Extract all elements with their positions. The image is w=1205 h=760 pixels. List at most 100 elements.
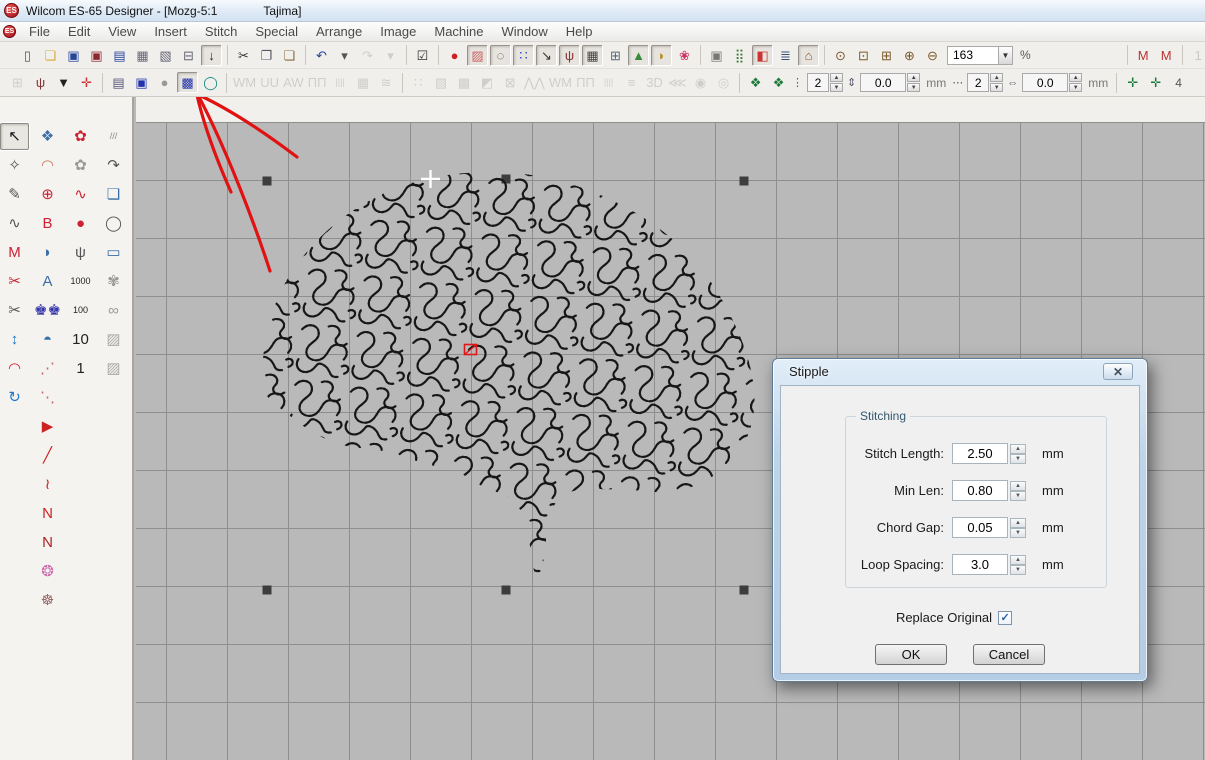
connectors-icon[interactable]: ▼ — [53, 72, 74, 93]
selection-handle[interactable] — [263, 586, 272, 595]
ok-button[interactable]: OK — [875, 644, 947, 665]
stitch-list-icon[interactable]: M — [1133, 45, 1154, 66]
spin-down-icon[interactable]: ▼ — [1010, 454, 1026, 464]
manual-stitch-tool[interactable]: ╱ — [33, 442, 62, 469]
polygon-select-tool[interactable]: ✧ — [0, 152, 29, 179]
open-design-icon[interactable]: ❏ — [40, 45, 61, 66]
e-stitch-icon[interactable]: UU — [259, 72, 280, 93]
envelope-nodes-tool[interactable]: ◓ — [33, 326, 62, 353]
fabric-texture-1[interactable]: ▨ — [99, 326, 128, 353]
print-icon[interactable]: ▦ — [132, 45, 153, 66]
manual-run-tool[interactable]: N — [33, 500, 62, 527]
show-grid-icon[interactable]: ▦ — [582, 45, 603, 66]
run-stitch-tool[interactable]: ∿ — [0, 210, 29, 237]
stipple-fill-icon[interactable]: ▩ — [177, 72, 198, 93]
motif-fill-icon[interactable]: ∷ — [408, 72, 429, 93]
auto-select-icon[interactable]: ☑ — [412, 45, 433, 66]
show-bitmap-backdrop-icon[interactable]: ▲ — [628, 45, 649, 66]
manual-satin-tool[interactable]: N — [33, 529, 62, 556]
stitch-list-view-icon[interactable]: ▤ — [108, 72, 129, 93]
stipple-run-border-icon[interactable]: ◯ — [200, 72, 221, 93]
show-vector-backdrop-icon[interactable]: ◗ — [651, 45, 672, 66]
ellipse-tool[interactable]: ◯ — [99, 210, 128, 237]
show-penetrations-icon[interactable]: ψ — [559, 45, 580, 66]
dialog-close-button[interactable]: ✕ — [1103, 363, 1133, 380]
zoom-100-tool[interactable]: 100 — [66, 297, 95, 324]
rotate-orientation-tool[interactable]: ↻ — [0, 384, 29, 411]
add-node-icon[interactable]: ✛ — [76, 72, 97, 93]
select-tool[interactable]: ↖ — [0, 123, 29, 150]
spin-down-icon[interactable]: ▼ — [1010, 491, 1026, 501]
sculpture-run-icon[interactable]: WM — [548, 72, 573, 93]
rows-down-icon[interactable]: ▼ — [830, 83, 843, 92]
spin-up-icon[interactable]: ▲ — [1010, 555, 1026, 565]
stitch-player-icon[interactable]: ↓ — [201, 45, 222, 66]
rectangle-tool[interactable]: ▭ — [99, 239, 128, 266]
lettering-tool[interactable]: A — [33, 268, 62, 295]
spin-down-icon[interactable]: ▼ — [1010, 528, 1026, 538]
zoom-box-icon[interactable]: ⊡ — [853, 45, 874, 66]
selection-handle[interactable] — [502, 175, 511, 184]
stitch-edit-icon[interactable]: M — [1156, 45, 1177, 66]
row-spacing-input[interactable] — [860, 73, 906, 92]
artwork-bird-tool[interactable]: ✾ — [99, 268, 128, 295]
overview-window-1-icon[interactable]: 1 — [1188, 45, 1205, 66]
design-palette-icon[interactable]: ◧ — [752, 45, 773, 66]
touch-up-bitmap-icon[interactable]: ▣ — [706, 45, 727, 66]
arc-tool[interactable]: ↷ — [99, 152, 128, 179]
show-outlines-icon[interactable]: ▨ — [467, 45, 488, 66]
zoom-window-icon[interactable]: ⊞ — [876, 45, 897, 66]
cut-connection-tool[interactable]: ✂ — [0, 297, 29, 324]
spin-up-icon[interactable]: ▲ — [1010, 518, 1026, 528]
menu-item[interactable]: File — [20, 22, 59, 41]
closed-object-tool[interactable]: ❏ — [99, 181, 128, 208]
menu-item[interactable]: Help — [557, 22, 602, 41]
remove-lettering-tool[interactable]: B — [33, 210, 62, 237]
show-hoop-icon[interactable]: ⊞ — [605, 45, 626, 66]
motif-fill-tool[interactable]: ✿ — [66, 152, 95, 179]
layered-fill-icon[interactable]: ≡ — [621, 72, 642, 93]
thread-colors-icon[interactable]: ⣿ — [729, 45, 750, 66]
column-spacing-down-icon[interactable]: ▼ — [1069, 83, 1082, 92]
outline-design-icon[interactable]: ▣ — [131, 72, 152, 93]
input-c-column-tool[interactable]: ● — [66, 210, 95, 237]
show-hoop-toggle-icon[interactable]: ⊞ — [7, 72, 28, 93]
columns-input[interactable] — [967, 73, 989, 92]
ripple-fill-icon[interactable]: ≋ — [376, 72, 397, 93]
menu-item[interactable]: View — [99, 22, 145, 41]
radial-sequin-tool[interactable]: ☸ — [33, 587, 62, 614]
selection-handle[interactable] — [263, 177, 272, 186]
show-pointer-icon[interactable]: ↘ — [536, 45, 557, 66]
new-design-icon[interactable]: ▯ — [17, 45, 38, 66]
save-to-machine-icon[interactable]: ▣ — [86, 45, 107, 66]
stitch-types-tool[interactable]: M — [0, 239, 29, 266]
filled-shape-icon[interactable]: ◎ — [713, 72, 734, 93]
center-run-tool[interactable]: ⊕ — [33, 181, 62, 208]
save-design-icon[interactable]: ▣ — [63, 45, 84, 66]
cap-shape-tool[interactable]: ◗ — [33, 239, 62, 266]
fur-stitch-icon[interactable]: ⋘ — [667, 72, 688, 93]
sequin-palette-tool[interactable]: ❂ — [33, 558, 62, 585]
tatami-fill-icon[interactable]: |||| — [330, 72, 351, 93]
feather-stitch-icon[interactable]: ⋀⋀ — [523, 72, 546, 93]
menu-item[interactable]: Stitch — [196, 22, 247, 41]
send-to-machine-icon[interactable]: ⊟ — [178, 45, 199, 66]
menu-item[interactable]: Window — [493, 22, 557, 41]
column-spacing-input[interactable] — [1022, 73, 1068, 92]
zoom-out-icon[interactable]: ⊖ — [922, 45, 943, 66]
guide-run-tool[interactable]: ⋰ — [33, 355, 62, 382]
design-properties-icon[interactable]: ⌂ — [798, 45, 819, 66]
curved-fill-icon[interactable]: ◩ — [477, 72, 498, 93]
columns-down-icon[interactable]: ▼ — [990, 83, 1003, 92]
lattice-fill-icon[interactable]: ▦ — [353, 72, 374, 93]
copy-icon[interactable]: ❐ — [256, 45, 277, 66]
columns-up-icon[interactable]: ▲ — [990, 73, 1003, 82]
satin-stitch-icon[interactable]: WM — [232, 72, 257, 93]
redo-dropdown-icon[interactable]: ▾ — [380, 45, 401, 66]
show-applique-icon[interactable]: ❀ — [674, 45, 695, 66]
fan-fill-tool[interactable]: ◠ — [0, 355, 29, 382]
spin-up-icon[interactable]: ▲ — [1010, 481, 1026, 491]
menu-item[interactable]: Image — [371, 22, 425, 41]
menu-item[interactable]: Insert — [145, 22, 196, 41]
stitch-direction-tool[interactable]: ↕ — [0, 326, 29, 353]
